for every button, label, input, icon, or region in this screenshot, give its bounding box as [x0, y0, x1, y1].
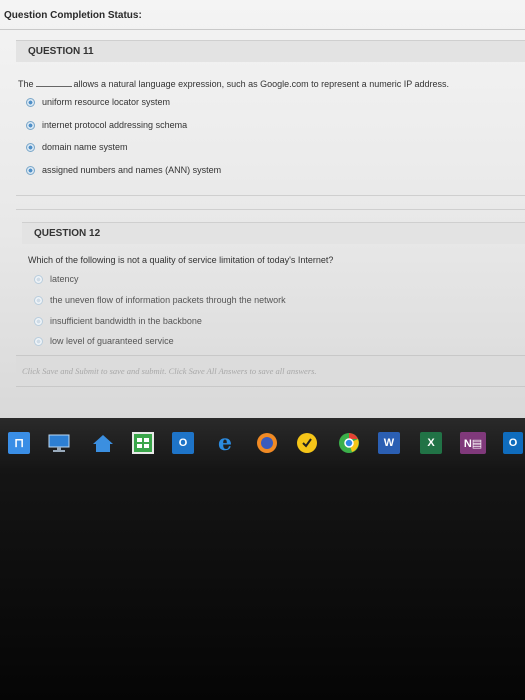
question-12-option-1[interactable]: latency — [34, 274, 79, 284]
save-instruction-text: Click Save and Submit to save and submit… — [22, 366, 317, 376]
question-11-body: allows a natural language expression, su… — [73, 79, 450, 89]
radio-button-icon[interactable] — [34, 316, 43, 326]
question-12-text: Which of the following is not a quality … — [28, 255, 334, 265]
option-label: internet protocol addressing schema — [42, 120, 188, 130]
option-label: the uneven flow of information packets t… — [50, 295, 286, 305]
radio-button-icon[interactable] — [26, 97, 35, 107]
option-label: latency — [50, 274, 79, 284]
outlook2-icon[interactable]: O — [503, 432, 523, 454]
radio-button-icon[interactable] — [26, 120, 35, 130]
question-12-option-3[interactable]: insufficient bandwidth in the backbone — [34, 316, 202, 326]
save-instruction-bar: Click Save and Submit to save and submit… — [16, 355, 525, 387]
desktop-icon[interactable] — [48, 432, 70, 454]
question-12-option-2[interactable]: the uneven flow of information packets t… — [34, 295, 286, 305]
excel-icon[interactable]: X — [420, 432, 442, 454]
onenote-icon[interactable]: N▤ — [460, 432, 486, 454]
question-11-prefix: The — [18, 79, 34, 89]
question-divider — [16, 209, 525, 210]
answer-blank — [35, 78, 72, 87]
question-11-option-2[interactable]: internet protocol addressing schema — [26, 120, 187, 130]
option-label: assigned numbers and names (ANN) system — [42, 165, 222, 175]
outlook-icon[interactable]: O — [172, 432, 194, 454]
taskbar: ⊓ O e W X N▤ O — [0, 418, 525, 468]
firefox-icon[interactable] — [256, 432, 278, 454]
option-label: uniform resource locator system — [42, 97, 171, 107]
status-divider — [0, 29, 525, 30]
radio-button-icon[interactable] — [26, 165, 35, 175]
question-12-option-4[interactable]: low level of guaranteed service — [34, 336, 174, 346]
option-label: domain name system — [42, 142, 128, 152]
edge-icon[interactable]: e — [214, 430, 236, 456]
option-label: insufficient bandwidth in the backbone — [50, 316, 202, 326]
radio-button-icon[interactable] — [34, 295, 43, 305]
question-11-header: QUESTION 11 — [16, 40, 525, 62]
radio-button-icon[interactable] — [34, 274, 43, 284]
radio-button-icon[interactable] — [26, 142, 35, 152]
norton-icon[interactable] — [296, 432, 318, 454]
browser-content: Question Completion Status: QUESTION 11 … — [0, 0, 525, 418]
question-12-header: QUESTION 12 — [22, 222, 525, 244]
question-divider — [16, 195, 525, 196]
question-11-text: The allows a natural language expression,… — [18, 78, 449, 89]
home-icon[interactable] — [92, 432, 114, 454]
chrome-icon[interactable] — [338, 432, 360, 454]
radio-button-icon[interactable] — [34, 336, 43, 346]
question-11-option-1[interactable]: uniform resource locator system — [26, 97, 170, 107]
question-11-option-3[interactable]: domain name system — [26, 142, 128, 152]
store-icon[interactable] — [132, 432, 154, 454]
word-icon[interactable]: W — [378, 432, 400, 454]
monitor-bezel — [0, 468, 525, 700]
start-icon[interactable]: ⊓ — [8, 432, 30, 454]
option-label: low level of guaranteed service — [50, 336, 174, 346]
question-11-option-4[interactable]: assigned numbers and names (ANN) system — [26, 165, 221, 175]
completion-status-label: Question Completion Status: — [4, 10, 142, 21]
